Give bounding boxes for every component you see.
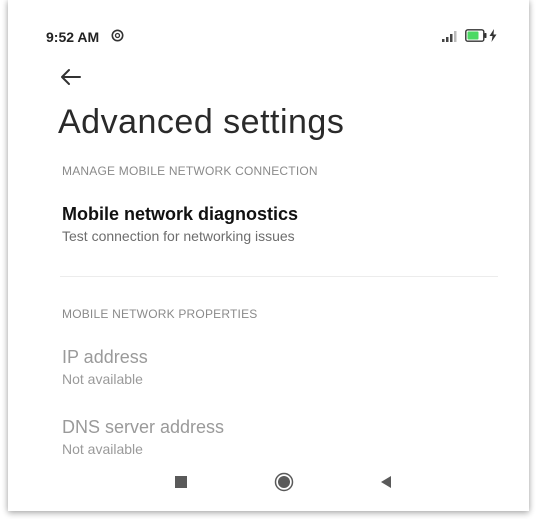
signal-icon [442,31,457,42]
ip-address-item: IP address Not available [62,347,502,387]
battery-icon [465,29,487,42]
home-circle-icon[interactable] [274,472,294,492]
item-subtitle: Test connection for networking issues [62,228,295,244]
item-subtitle: Not available [62,371,143,387]
dns-server-address-item: DNS server address Not available [62,417,502,457]
circle-status-icon [111,29,124,42]
section-header-manage-connection: MANAGE MOBILE NETWORK CONNECTION [62,164,318,178]
phone-screen: 9:52 AM Advanced settings MANAGE MOBILE … [8,0,529,511]
page-title: Advanced settings [58,103,345,141]
status-bar: 9:52 AM [8,0,529,70]
status-time: 9:52 AM [46,29,100,45]
navigation-bar [8,462,529,502]
mobile-network-diagnostics-item[interactable]: Mobile network diagnostics Test connecti… [62,204,502,244]
back-triangle-icon[interactable] [379,475,393,489]
charging-bolt-icon [489,29,497,42]
back-button[interactable] [54,63,88,91]
section-header-network-properties: MOBILE NETWORK PROPERTIES [62,307,258,321]
item-subtitle: Not available [62,441,143,457]
section-divider [60,276,498,277]
item-title: DNS server address [62,417,225,437]
arrow-left-icon [61,69,81,85]
recents-square-icon[interactable] [175,476,187,488]
item-title: Mobile network diagnostics [62,204,299,224]
item-title: IP address [62,347,148,367]
